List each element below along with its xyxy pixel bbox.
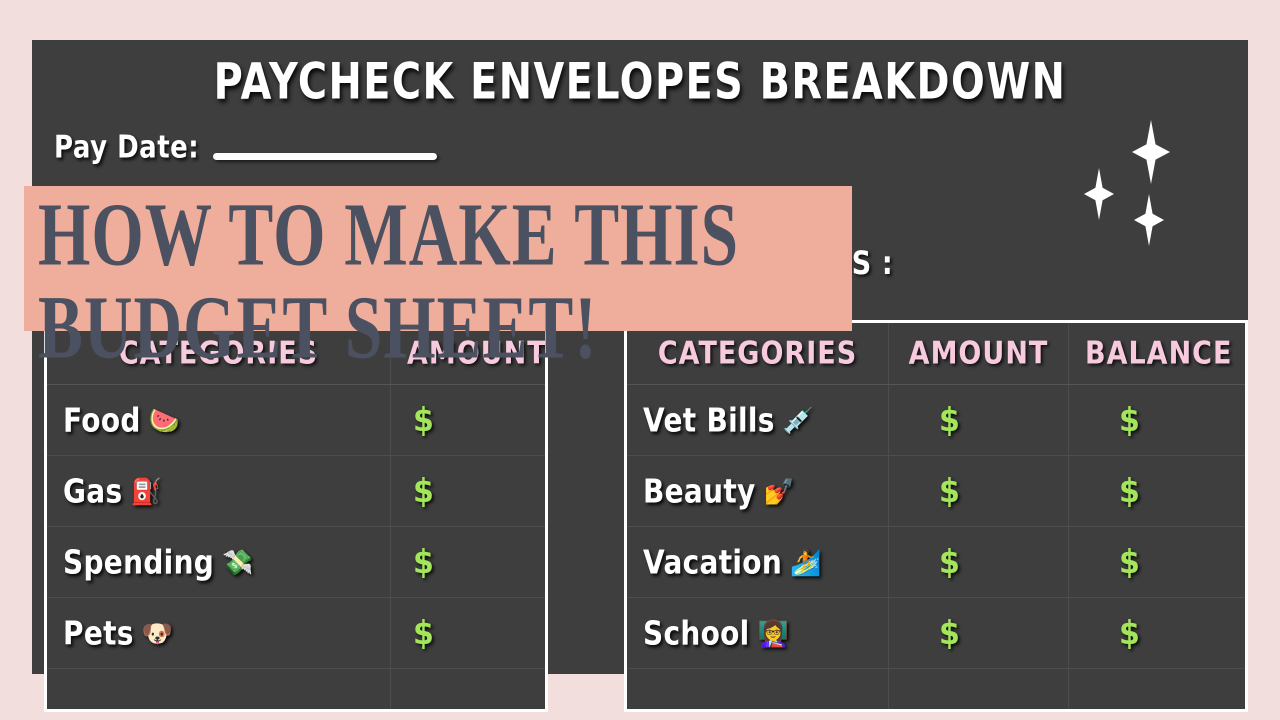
cell-category[interactable] — [47, 669, 391, 709]
cell-amount[interactable]: $ — [391, 598, 545, 668]
nail-polish-icon: 💅 — [763, 475, 796, 506]
cell-amount[interactable] — [889, 669, 1069, 709]
dollar-sign-icon: $ — [1119, 471, 1140, 511]
cell-category[interactable]: Gas ⛽ — [47, 456, 391, 526]
syringe-icon: 💉 — [782, 404, 815, 435]
overlay-banner-line-1: HOW TO MAKE THIS — [38, 184, 740, 285]
dollar-sign-icon: $ — [939, 613, 960, 653]
table-row[interactable]: Vet Bills 💉 $ $ — [627, 385, 1245, 456]
category-label: School — [643, 613, 750, 653]
dollar-sign-icon: $ — [413, 471, 434, 511]
cell-category[interactable]: Beauty 💅 — [627, 456, 889, 526]
cell-category[interactable]: Vet Bills 💉 — [627, 385, 889, 455]
cell-balance[interactable]: $ — [1069, 456, 1245, 526]
money-with-wings-icon: 💸 — [222, 546, 254, 577]
cell-balance[interactable]: $ — [1069, 385, 1245, 455]
category-label: Vet Bills — [643, 400, 775, 440]
cell-amount[interactable]: $ — [391, 456, 545, 526]
cell-category[interactable]: Vacation 🏄 — [627, 527, 889, 597]
page-title: PAYCHECK ENVELOPES BREAKDOWN — [213, 52, 1067, 111]
cell-category[interactable]: Food 🍉 — [47, 385, 391, 455]
sparkle-icon — [1134, 194, 1164, 246]
cell-amount[interactable]: $ — [889, 456, 1069, 526]
pay-date-row: Pay Date: — [54, 130, 438, 166]
cell-balance[interactable]: $ — [1069, 527, 1245, 597]
cell-category[interactable]: Pets 🐶 — [47, 598, 391, 668]
table-row-empty[interactable] — [47, 669, 545, 709]
cell-balance[interactable] — [1069, 669, 1245, 709]
envelopes-table: CATEGORIES AMOUNT Food 🍉 $ Gas ⛽ $ Spend… — [44, 320, 548, 712]
sparkle-icon — [1084, 168, 1114, 220]
table-row-empty[interactable] — [627, 669, 1245, 709]
category-label: Spending — [63, 542, 215, 582]
cell-amount[interactable]: $ — [391, 527, 545, 597]
dollar-sign-icon: $ — [939, 471, 960, 511]
category-label: Food — [63, 400, 141, 440]
dollar-sign-icon: $ — [1119, 400, 1140, 440]
category-label: Vacation — [643, 542, 783, 582]
cell-amount[interactable]: $ — [889, 527, 1069, 597]
cell-balance[interactable]: $ — [1069, 598, 1245, 668]
cell-amount[interactable]: $ — [889, 598, 1069, 668]
table-row[interactable]: Pets 🐶 $ — [47, 598, 545, 669]
fuel-pump-icon: ⛽ — [130, 475, 162, 506]
pay-date-label: Pay Date: — [54, 130, 200, 166]
overlay-title-banner: HOW TO MAKE THIS BUDGET SHEET! — [24, 184, 852, 374]
teacher-icon: 👩‍🏫 — [757, 617, 790, 648]
column-header-amount: AMOUNT — [889, 323, 1069, 384]
watermelon-icon: 🍉 — [148, 404, 181, 435]
cell-category[interactable]: School 👩‍🏫 — [627, 598, 889, 668]
sparkle-icon — [1132, 120, 1170, 184]
pay-date-input-line[interactable] — [213, 153, 438, 160]
dog-face-icon: 🐶 — [141, 617, 174, 648]
cell-category[interactable]: Spending 💸 — [47, 527, 391, 597]
table-row[interactable]: School 👩‍🏫 $ $ — [627, 598, 1245, 669]
dollar-sign-icon: $ — [1119, 542, 1140, 582]
cell-amount[interactable]: $ — [889, 385, 1069, 455]
category-label: Pets — [63, 613, 134, 653]
sinking-funds-table: CATEGORIES AMOUNT BALANCE Vet Bills 💉 $ $… — [624, 320, 1248, 712]
dollar-sign-icon: $ — [1119, 613, 1140, 653]
overlay-banner-line-2: BUDGET SHEET! — [38, 277, 598, 378]
table-row[interactable]: Beauty 💅 $ $ — [627, 456, 1245, 527]
cell-amount[interactable] — [391, 669, 545, 709]
dollar-sign-icon: $ — [939, 400, 960, 440]
dollar-sign-icon: $ — [413, 613, 434, 653]
cell-category[interactable] — [627, 669, 889, 709]
table-row[interactable]: Gas ⛽ $ — [47, 456, 545, 527]
surfer-icon: 🏄 — [790, 546, 822, 577]
table-row[interactable]: Spending 💸 $ — [47, 527, 545, 598]
sparkle-decoration — [1062, 112, 1202, 246]
dollar-sign-icon: $ — [939, 542, 960, 582]
dollar-sign-icon: $ — [413, 542, 434, 582]
table-row[interactable]: Vacation 🏄 $ $ — [627, 527, 1245, 598]
table-row[interactable]: Food 🍉 $ — [47, 385, 545, 456]
category-label: Beauty — [643, 471, 756, 511]
cell-amount[interactable]: $ — [391, 385, 545, 455]
dollar-sign-icon: $ — [413, 400, 434, 440]
category-label: Gas — [63, 471, 123, 511]
column-header-balance: BALANCE — [1085, 335, 1233, 372]
